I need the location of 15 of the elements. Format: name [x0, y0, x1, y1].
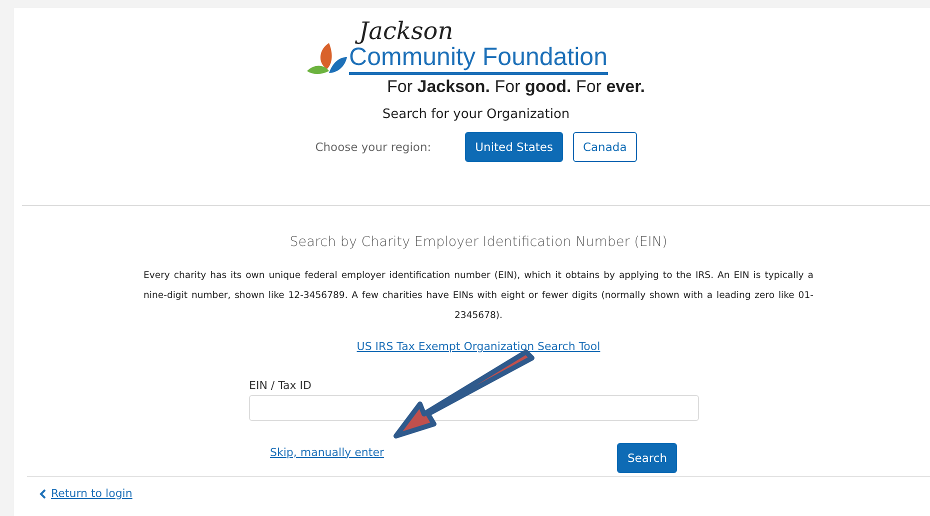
section-heading: Search by Charity Employer Identification Number (EIN) [290, 234, 668, 250]
return-link[interactable]: Return to login [51, 487, 132, 500]
field-label: EIN / Tax ID [249, 379, 312, 392]
search-button[interactable]: Search [617, 443, 677, 473]
ein-input-field[interactable] [249, 395, 699, 421]
description-text: Every charity has its own unique federal employer identification number (EIN), which it obtains by applying to the IRS. An EIN is typically a nine-digit number, shown like 12-3456789. A few charities have EINs with eight or fewer digits (normally shown with a leading zero like 01-2345678). [144, 269, 814, 323]
chevron-left-icon[interactable] [39, 488, 47, 498]
skip-link[interactable]: Skip, manually enter [270, 446, 384, 458]
logo-name-text: Community Foundation [349, 44, 608, 75]
region-label: Choose your region: [315, 140, 432, 154]
region-button[interactable]: United States [465, 132, 563, 162]
logo-tagline: For Jackson. For good. For ever. [387, 76, 645, 98]
page-title: Search for your Organization [382, 107, 570, 122]
irs-search-link[interactable]: US IRS Tax Exempt Organization Search Tool [356, 340, 600, 353]
region-button[interactable]: Canada [572, 132, 637, 162]
